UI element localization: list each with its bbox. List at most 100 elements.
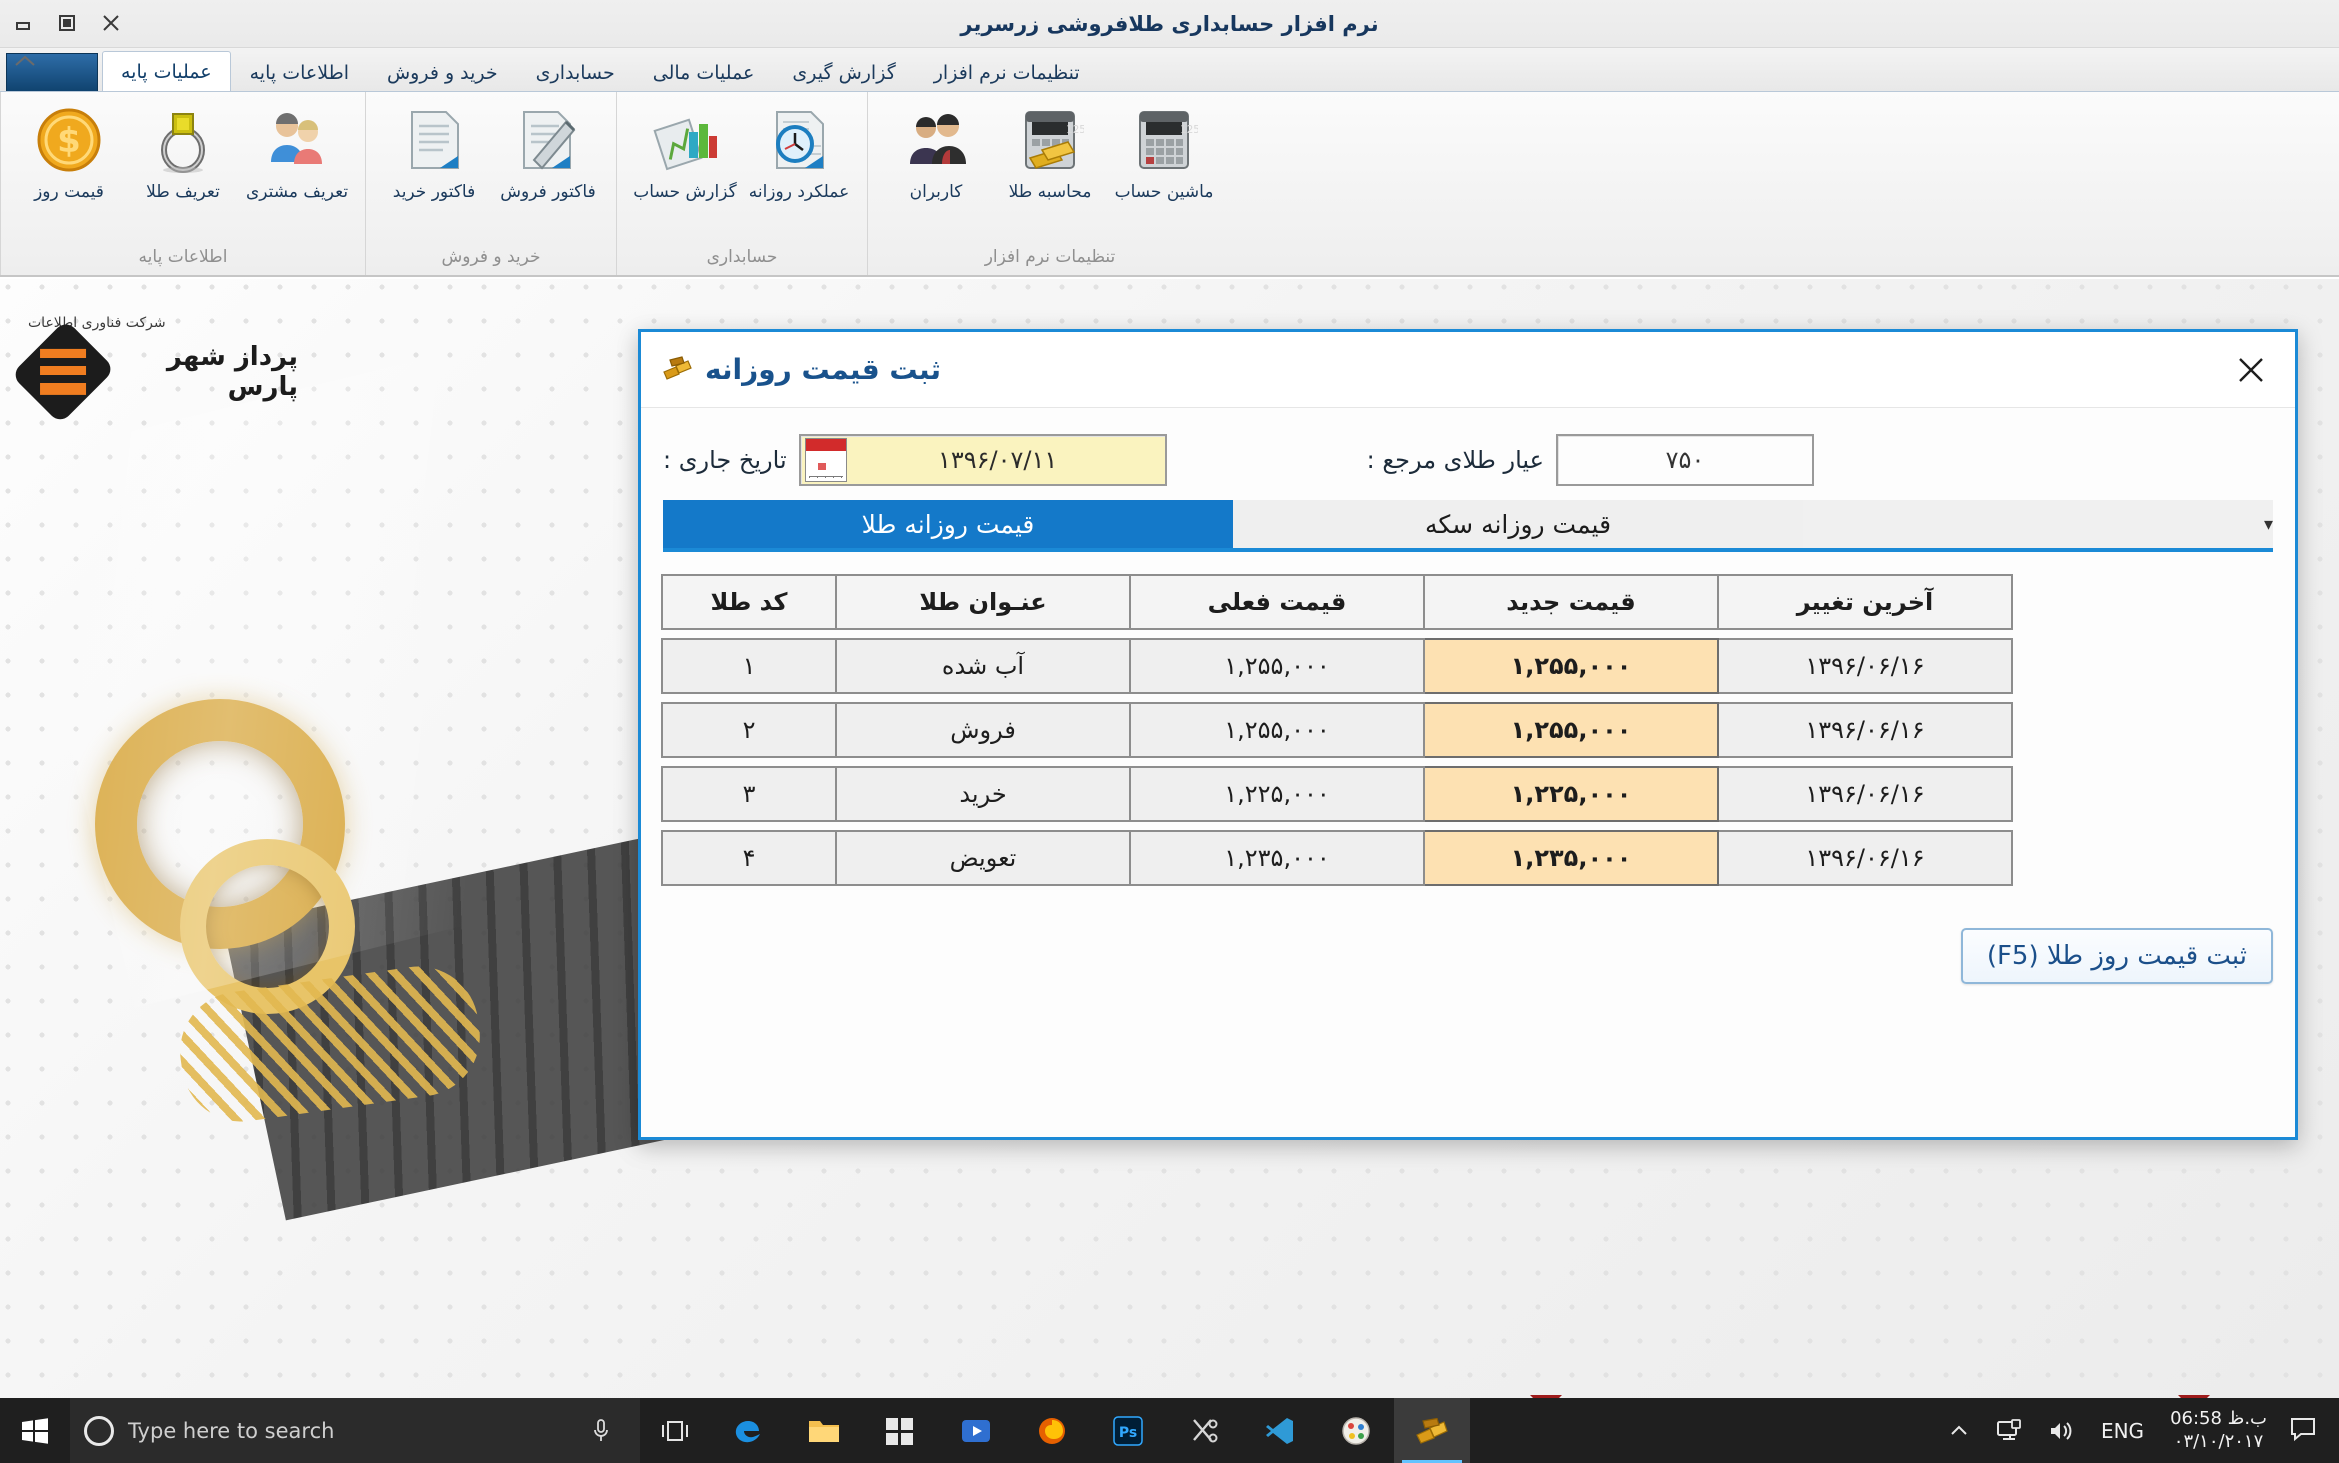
calculator-icon: 1250 <box>1130 104 1198 176</box>
ribbon-button-amalkard-roozane[interactable]: عملکرد روزانه <box>745 100 853 206</box>
zarsarir-icon[interactable] <box>1394 1398 1470 1463</box>
cell-new-price-input[interactable]: ۱,۲۵۵,۰۰۰ <box>1423 638 1719 694</box>
current-date-input[interactable]: ۱۳۹۶/۰۷/۱۱ <box>798 434 1167 486</box>
tab-label: قیمت روزانه طلا <box>861 509 1035 539</box>
file-explorer-icon[interactable] <box>786 1398 862 1463</box>
cell-current: ۱,۲۳۵,۰۰۰ <box>1129 830 1425 886</box>
table-row[interactable]: ۳ خرید ۱,۲۲۵,۰۰۰ ۱,۲۲۵,۰۰۰ ۱۳۹۶/۰۶/۱۶ <box>661 766 2273 822</box>
tab-label: خرید و فروش <box>386 61 498 84</box>
volume-icon[interactable] <box>2035 1419 2087 1443</box>
ribbon-button-label: قیمت روز <box>34 182 104 202</box>
svg-text:$: $ <box>57 121 81 161</box>
close-icon[interactable] <box>2225 347 2277 393</box>
language-indicator[interactable]: ENG <box>2087 1419 2158 1443</box>
dialog-header: ثبت قیمت روزانه <box>641 332 2295 408</box>
column-header-changed: آخرین تغییر <box>1717 574 2013 630</box>
ribbon-button-factor-kharid[interactable]: فاکتور خرید <box>380 100 488 206</box>
table-row[interactable]: ۱ آب شده ۱,۲۵۵,۰۰۰ ۱,۲۵۵,۰۰۰ ۱۳۹۶/۰۶/۱۶ <box>661 638 2273 694</box>
window-title: نرم افزار حسابداری طلافروشی زرسریر <box>960 12 1379 36</box>
window-title-bar: نرم افزار حسابداری طلافروشی زرسریر <box>0 0 2339 48</box>
dialog-action-row: ثبت قیمت روز طلا (F5) <box>663 928 2273 984</box>
column-header-code: کد طلا <box>661 574 837 630</box>
ribbon-button-gheymat-rooz[interactable]: $ قیمت روز <box>15 100 123 206</box>
tab-label: اطلاعات پایه <box>249 61 349 84</box>
reference-karat-label: عیار طلای مرجع : <box>1366 446 1544 474</box>
ribbon-group-tanzimat: کاربران 1250 محاسبه <box>867 92 1232 275</box>
scissors-icon[interactable] <box>1166 1398 1242 1463</box>
ribbon-button-tarif-moshtari[interactable]: تعریف مشتری <box>243 100 351 206</box>
cell-new-price-input[interactable]: ۱,۲۲۵,۰۰۰ <box>1423 766 1719 822</box>
cortana-icon <box>84 1415 114 1446</box>
tab-hesabdari[interactable]: حسابداری <box>517 53 634 91</box>
chevron-down-glyph: ▾ <box>2263 513 2273 535</box>
reference-karat-field-group: عیار طلای مرجع : ۷۵۰ <box>1367 434 1814 486</box>
ribbon-button-tarif-tala[interactable]: تعریف طلا <box>129 100 237 206</box>
cell-last-change: ۱۳۹۶/۰۶/۱۶ <box>1717 830 2013 886</box>
action-center-icon[interactable] <box>2279 1416 2333 1446</box>
microphone-icon[interactable] <box>576 1418 626 1444</box>
company-logo-caption: شرکت فناوری اطلاعات <box>28 315 166 331</box>
tab-gozaresh-giri[interactable]: گزارش گیری <box>773 53 914 91</box>
tab-kharid-forush[interactable]: خرید و فروش <box>368 53 517 91</box>
ribbon-group-kharid-forush: فاکتور خرید فاکتور فروش خرید و فروش <box>365 92 616 275</box>
task-view-icon[interactable] <box>640 1419 710 1443</box>
reference-karat-input[interactable]: ۷۵۰ <box>1555 434 1814 486</box>
ribbon-group-label: تنظیمات نرم افزار <box>984 247 1116 267</box>
microsoft-store-icon[interactable] <box>862 1398 938 1463</box>
calendar-icon[interactable] <box>804 438 847 482</box>
cell-current: ۱,۲۵۵,۰۰۰ <box>1129 702 1425 758</box>
ribbon-body: $ قیمت روز تعریف طلا تعریف مشتری اطلاعات… <box>0 92 2339 277</box>
firefox-icon[interactable] <box>1014 1398 1090 1463</box>
cell-new-price-input[interactable]: ۱,۲۵۵,۰۰۰ <box>1423 702 1719 758</box>
network-icon[interactable] <box>1983 1418 2035 1443</box>
current-date-label: تاریخ جاری : <box>663 446 787 474</box>
table-row[interactable]: ۴ تعویض ۱,۲۳۵,۰۰۰ ۱,۲۳۵,۰۰۰ ۱۳۹۶/۰۶/۱۶ <box>661 830 2273 886</box>
paint-icon[interactable] <box>1318 1398 1394 1463</box>
document-pen-icon <box>514 104 582 176</box>
ribbon-button-mashin-hesab[interactable]: 1250 ماشین حساب <box>1110 100 1218 206</box>
ribbon-button-label: گزارش حساب <box>633 182 737 202</box>
ribbon-button-gozaresh-hesab[interactable]: گزارش حساب <box>631 100 739 206</box>
cell-code: ۴ <box>661 830 837 886</box>
vscode-icon[interactable] <box>1242 1398 1318 1463</box>
cell-title: خرید <box>835 766 1131 822</box>
ribbon-button-mohasebe-tala[interactable]: 1250 محاسبه طلا <box>996 100 1104 206</box>
home-icon[interactable] <box>10 52 40 76</box>
ribbon-button-karbaran[interactable]: کاربران <box>882 100 990 206</box>
tab-daily-coin-price[interactable]: قیمت روزانه سکه <box>1233 500 1803 548</box>
svg-text:1250: 1250 <box>1180 123 1198 136</box>
ribbon-button-label: ماشین حساب <box>1114 182 1214 202</box>
dialog-field-row: تاریخ جاری : ۱۳۹۶/۰۷/۱۱ عیار طلای مرجع :… <box>663 424 2273 500</box>
ring-icon <box>149 104 217 176</box>
cell-new-price-input[interactable]: ۱,۲۳۵,۰۰۰ <box>1423 830 1719 886</box>
clock-date: ۰۳/۱۰/۲۰۱۷ <box>2173 1430 2264 1452</box>
tab-etelaat-paye[interactable]: اطلاعات پایه <box>231 53 368 91</box>
table-row[interactable]: ۲ فروش ۱,۲۵۵,۰۰۰ ۱,۲۵۵,۰۰۰ ۱۳۹۶/۰۶/۱۶ <box>661 702 2273 758</box>
chevron-down-icon[interactable]: ▾ <box>1803 500 2273 548</box>
taskbar-clock[interactable]: 06:58 ب.ظ ۰۳/۱۰/۲۰۱۷ <box>2158 1408 2279 1453</box>
ribbon-group-label: حسابداری <box>706 247 778 267</box>
search-input[interactable]: Type here to search <box>70 1398 640 1463</box>
ribbon-group-label: اطلاعات پایه <box>138 247 228 267</box>
search-placeholder: Type here to search <box>128 1418 335 1443</box>
cell-last-change: ۱۳۹۶/۰۶/۱۶ <box>1717 638 2013 694</box>
tab-tanzimat-narmafzar[interactable]: تنظیمات نرم افزار <box>915 53 1099 91</box>
ribbon-group-etelaat-paye: $ قیمت روز تعریف طلا تعریف مشتری اطلاعات… <box>0 92 365 275</box>
reference-karat-value: ۷۵۰ <box>1665 446 1705 474</box>
tab-daily-gold-price[interactable]: قیمت روزانه طلا <box>663 500 1233 548</box>
ribbon-button-factor-forush[interactable]: فاکتور فروش <box>494 100 602 206</box>
show-hidden-icons[interactable] <box>1935 1420 1983 1442</box>
chart-report-icon <box>651 104 719 176</box>
tab-amaliat-paye[interactable]: عملیات پایه <box>102 51 231 91</box>
edge-icon[interactable] <box>710 1398 786 1463</box>
media-player-icon[interactable] <box>938 1398 1014 1463</box>
ribbon-group-label: خرید و فروش <box>441 247 541 267</box>
tab-amaliat-mali[interactable]: عملیات مالی <box>634 53 774 91</box>
submit-gold-price-button[interactable]: ثبت قیمت روز طلا (F5) <box>1960 928 2273 984</box>
gold-coin-icon: $ <box>35 104 103 176</box>
windows-start-icon[interactable] <box>0 1398 70 1463</box>
dialog-tab-bar: قیمت روزانه طلا قیمت روزانه سکه ▾ <box>663 500 2273 552</box>
photoshop-icon[interactable]: Ps <box>1090 1398 1166 1463</box>
cell-code: ۱ <box>661 638 837 694</box>
cell-last-change: ۱۳۹۶/۰۶/۱۶ <box>1717 702 2013 758</box>
